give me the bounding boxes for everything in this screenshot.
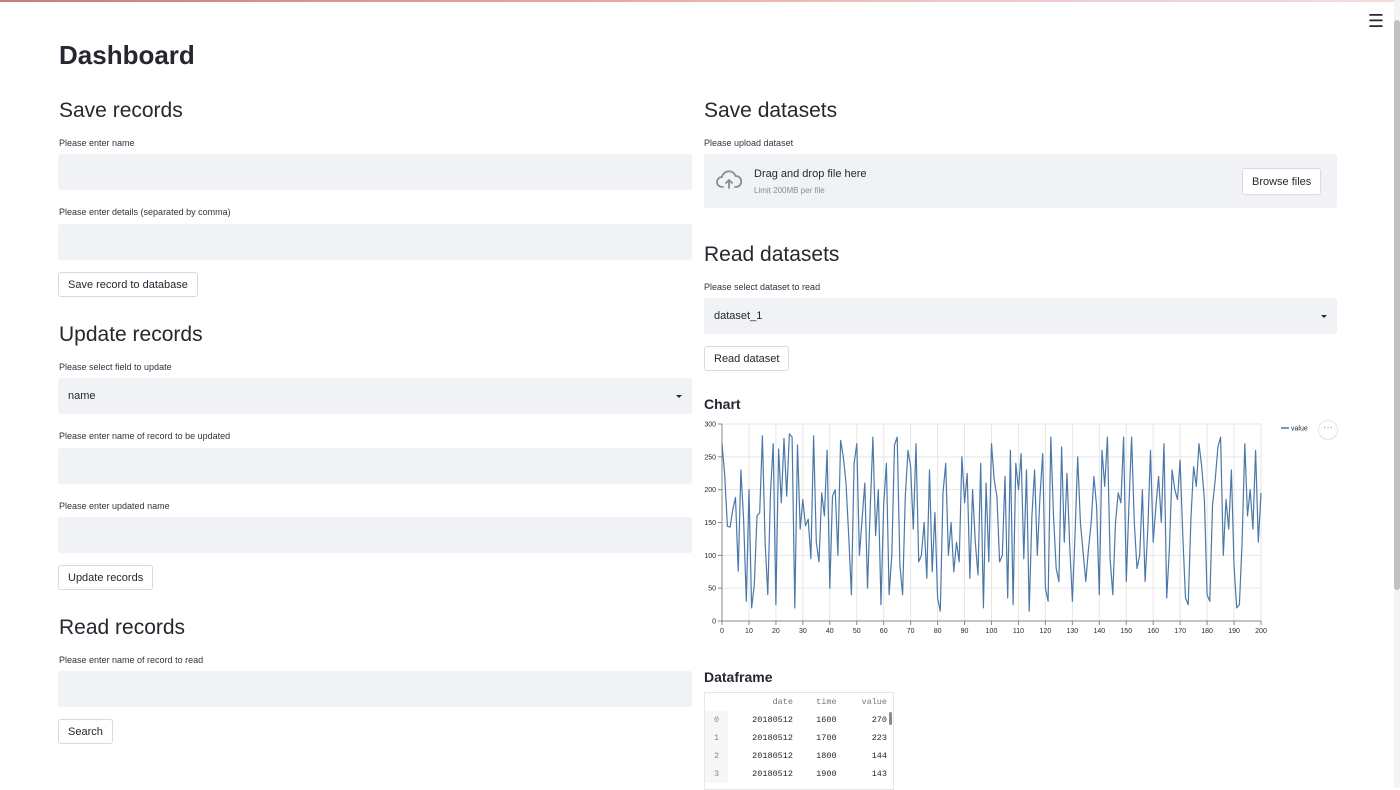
cell-value[interactable]: 223 bbox=[843, 729, 893, 747]
cell-value[interactable]: 144 bbox=[843, 747, 893, 765]
hamburger-menu-icon[interactable]: ☰ bbox=[1368, 12, 1384, 30]
column-header-time[interactable]: time bbox=[799, 693, 843, 711]
x-tick-label: 160 bbox=[1147, 628, 1159, 635]
row-index: 0 bbox=[705, 711, 728, 729]
read-dataset-button[interactable]: Read dataset bbox=[704, 346, 790, 371]
column-header-value[interactable]: value bbox=[843, 693, 893, 711]
chevron-down-icon bbox=[676, 394, 682, 398]
read-record-input[interactable] bbox=[58, 671, 692, 707]
x-tick-label: 70 bbox=[907, 628, 915, 635]
y-tick-label: 50 bbox=[708, 586, 716, 593]
field-select-label: Please select field to update bbox=[59, 362, 172, 372]
table-row: 1 20180512 1700 223 bbox=[705, 729, 893, 747]
x-tick-label: 20 bbox=[772, 628, 780, 635]
details-label: Please enter details (separated by comma… bbox=[59, 207, 231, 217]
cell-date[interactable]: 20180512 bbox=[728, 729, 799, 747]
y-tick-label: 0 bbox=[712, 619, 716, 626]
more-options-icon[interactable]: ··· bbox=[1318, 420, 1338, 440]
save-datasets-heading: Save datasets bbox=[704, 99, 838, 122]
y-tick-label: 150 bbox=[704, 520, 716, 527]
save-records-heading: Save records bbox=[59, 99, 183, 122]
dropzone-limit: Limit 200MB per file bbox=[754, 186, 825, 195]
field-select-value: name bbox=[68, 390, 96, 402]
x-tick-label: 200 bbox=[1255, 628, 1267, 635]
x-tick-label: 10 bbox=[745, 628, 753, 635]
dataset-select[interactable]: dataset_1 bbox=[704, 298, 1337, 334]
cell-time[interactable]: 1800 bbox=[799, 747, 843, 765]
index-header bbox=[705, 693, 728, 711]
x-tick-label: 110 bbox=[1013, 628, 1024, 635]
updated-name-input[interactable] bbox=[58, 517, 692, 553]
dataset-select-value: dataset_1 bbox=[714, 310, 763, 322]
cell-date[interactable]: 20180512 bbox=[728, 711, 799, 729]
y-tick-label: 200 bbox=[704, 487, 716, 494]
row-index: 1 bbox=[705, 729, 728, 747]
update-records-button[interactable]: Update records bbox=[58, 565, 154, 590]
dataframe-table[interactable]: date time value 0 20180512 1600 270 1 20… bbox=[704, 692, 894, 790]
field-select[interactable]: name bbox=[58, 378, 692, 414]
row-index: 3 bbox=[705, 765, 728, 783]
update-records-heading: Update records bbox=[59, 323, 203, 346]
top-decoration-bar bbox=[0, 0, 1400, 2]
x-tick-label: 120 bbox=[1040, 628, 1052, 635]
dataset-select-label: Please select dataset to read bbox=[704, 282, 821, 292]
chart-svg: 0 10 20 30 40 50 60 70 80 90 100 110 120 130 140 150 160… bbox=[704, 422, 1308, 636]
x-tick-label: 90 bbox=[961, 628, 969, 635]
column-header-date[interactable]: date bbox=[728, 693, 799, 711]
x-tick-label: 140 bbox=[1093, 628, 1105, 635]
x-tick-label: 30 bbox=[799, 628, 807, 635]
x-tick-label: 130 bbox=[1067, 628, 1079, 635]
read-datasets-heading: Read datasets bbox=[704, 243, 840, 266]
x-tick-label: 60 bbox=[880, 628, 888, 635]
legend-label: value bbox=[1291, 426, 1308, 433]
x-tick-label: 180 bbox=[1201, 628, 1213, 635]
updated-name-label: Please enter updated name bbox=[59, 501, 170, 511]
cloud-upload-icon bbox=[716, 170, 743, 195]
table-row: 2 20180512 1800 144 bbox=[705, 747, 893, 765]
read-records-heading: Read records bbox=[59, 616, 186, 639]
record-name-label: Please enter name of record to be update… bbox=[59, 431, 231, 441]
save-record-button[interactable]: Save record to database bbox=[58, 272, 198, 297]
x-tick-label: 170 bbox=[1174, 628, 1186, 635]
x-tick-label: 40 bbox=[826, 628, 834, 635]
name-input[interactable] bbox=[58, 154, 692, 190]
chevron-down-icon bbox=[1321, 314, 1327, 318]
dropzone-text: Drag and drop file here bbox=[754, 168, 867, 180]
table-row: 3 20180512 1900 143 bbox=[705, 765, 893, 783]
cell-time[interactable]: 1900 bbox=[799, 765, 843, 783]
name-label: Please enter name bbox=[59, 138, 135, 148]
cell-value[interactable]: 270 bbox=[843, 711, 893, 729]
table-scrollbar-thumb[interactable] bbox=[889, 712, 892, 725]
line-chart[interactable]: 0 10 20 30 40 50 60 70 80 90 100 110 120 130 140 150 160… bbox=[700, 418, 1340, 640]
cell-date[interactable]: 20180512 bbox=[728, 747, 799, 765]
x-tick-label: 100 bbox=[986, 628, 998, 635]
cell-time[interactable]: 1600 bbox=[799, 711, 843, 729]
cell-date[interactable]: 20180512 bbox=[728, 765, 799, 783]
scrollbar-thumb[interactable] bbox=[1394, 20, 1400, 590]
x-tick-label: 0 bbox=[720, 628, 724, 635]
cell-value[interactable]: 143 bbox=[843, 765, 893, 783]
table-header-row: date time value bbox=[705, 693, 893, 711]
search-button[interactable]: Search bbox=[58, 719, 113, 744]
browse-files-button[interactable]: Browse files bbox=[1242, 168, 1322, 195]
table-row: 0 20180512 1600 270 bbox=[705, 711, 893, 729]
x-tick-label: 80 bbox=[934, 628, 942, 635]
y-tick-label: 100 bbox=[704, 553, 716, 560]
read-record-label: Please enter name of record to read bbox=[59, 655, 204, 665]
x-tick-label: 150 bbox=[1120, 628, 1132, 635]
chart-heading: Chart bbox=[704, 396, 741, 412]
cell-time[interactable]: 1700 bbox=[799, 729, 843, 747]
x-tick-label: 190 bbox=[1228, 628, 1240, 635]
dataframe-heading: Dataframe bbox=[704, 669, 773, 685]
y-tick-label: 300 bbox=[704, 422, 716, 429]
x-tick-label: 50 bbox=[853, 628, 861, 635]
y-tick-label: 250 bbox=[704, 454, 716, 461]
details-input[interactable] bbox=[58, 224, 692, 260]
record-name-input[interactable] bbox=[58, 448, 692, 484]
page-title: Dashboard bbox=[59, 40, 195, 70]
row-index: 2 bbox=[705, 747, 728, 765]
upload-label: Please upload dataset bbox=[704, 138, 794, 148]
